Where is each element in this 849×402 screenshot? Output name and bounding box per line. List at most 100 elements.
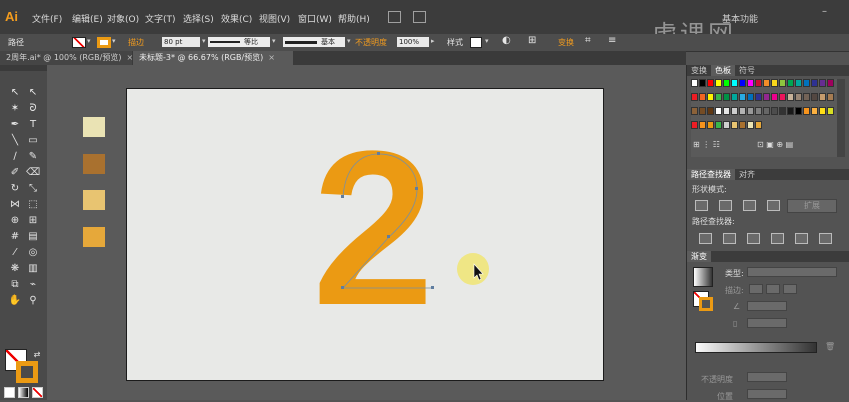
glyph-two[interactable]: 2: [312, 105, 434, 351]
eyedropper-icon[interactable]: ⁄: [8, 247, 22, 258]
direct-selection-tool-icon[interactable]: ↖: [26, 87, 40, 98]
color-swatch[interactable]: [795, 79, 802, 87]
color-swatch[interactable]: [691, 93, 698, 101]
color-swatch[interactable]: [795, 93, 802, 101]
gradient-mode-icon[interactable]: [18, 387, 29, 398]
color-swatch[interactable]: [731, 79, 738, 87]
zoom-tool-icon[interactable]: ⚲: [26, 295, 40, 306]
tab-align[interactable]: 对齐: [735, 169, 759, 180]
menu-file[interactable]: 文件(F): [32, 12, 62, 25]
trim-button[interactable]: [723, 233, 736, 244]
color-swatch[interactable]: [763, 79, 770, 87]
color-swatch[interactable]: [699, 93, 706, 101]
color-swatch[interactable]: [827, 93, 834, 101]
chevron-down-icon[interactable]: ▾: [112, 37, 116, 45]
color-swatch[interactable]: [763, 93, 770, 101]
anchor-point[interactable]: [387, 235, 390, 238]
minus-back-button[interactable]: [819, 233, 832, 244]
swap-colors-icon[interactable]: ⇄: [30, 349, 44, 360]
chevron-down-icon[interactable]: ▾: [202, 37, 206, 45]
color-swatch[interactable]: [739, 121, 746, 129]
color-swatch[interactable]: [763, 107, 770, 115]
workspace-switcher[interactable]: 基本功能: [722, 12, 758, 25]
color-swatch[interactable]: [699, 121, 706, 129]
color-mode-icon[interactable]: [4, 387, 15, 398]
swatch-library-icon[interactable]: ⊞ ⋮ ☷: [693, 140, 720, 149]
shape-builder-icon[interactable]: ⊕: [8, 215, 22, 226]
hand-tool-icon[interactable]: ✋: [8, 295, 22, 306]
scale-tool-icon[interactable]: ⤡: [26, 183, 40, 194]
anchor-point[interactable]: [341, 195, 344, 198]
magic-wand-icon[interactable]: ✶: [8, 103, 22, 114]
angle-field[interactable]: [747, 301, 787, 311]
outline-button[interactable]: [795, 233, 808, 244]
color-swatch[interactable]: [811, 79, 818, 87]
pen-tool-icon[interactable]: ✒: [8, 119, 22, 130]
color-swatch[interactable]: [707, 121, 714, 129]
color-swatch[interactable]: [779, 79, 786, 87]
color-swatch[interactable]: [691, 121, 698, 129]
color-swatch[interactable]: [819, 79, 826, 87]
color-swatch[interactable]: [771, 79, 778, 87]
close-icon[interactable]: ×: [268, 53, 275, 62]
tab-symbols[interactable]: 符号: [735, 65, 759, 76]
paintbrush-icon[interactable]: ∕: [8, 151, 22, 162]
color-swatch[interactable]: [691, 79, 698, 87]
swatch-options-icons[interactable]: ⊡ ▣ ⊕ ▤: [757, 140, 793, 149]
pencil-icon[interactable]: ✎: [26, 151, 40, 162]
fill-swatch[interactable]: [72, 37, 86, 48]
menu-help[interactable]: 帮助(H): [338, 12, 370, 25]
anchor-point[interactable]: [341, 286, 344, 289]
color-swatch[interactable]: [803, 107, 810, 115]
stroke-color-box[interactable]: [16, 361, 38, 383]
mesh-tool-icon[interactable]: #: [8, 231, 22, 242]
color-swatch[interactable]: [755, 79, 762, 87]
brush-select[interactable]: 基本: [283, 37, 345, 47]
blend-tool-icon[interactable]: ◎: [26, 247, 40, 258]
gradient-tool-icon[interactable]: ▤: [26, 231, 40, 242]
color-swatch[interactable]: [779, 93, 786, 101]
color-swatch[interactable]: [723, 79, 730, 87]
expand-button[interactable]: 扩展: [787, 199, 837, 213]
color-swatch[interactable]: [739, 93, 746, 101]
rotate-tool-icon[interactable]: ↻: [8, 183, 22, 194]
color-swatch[interactable]: [731, 93, 738, 101]
menu-edit[interactable]: 编辑(E): [72, 12, 103, 25]
color-swatch[interactable]: [747, 79, 754, 87]
isolate-icon[interactable]: ⌗: [585, 35, 591, 46]
color-swatch[interactable]: [699, 107, 706, 115]
gradient-opacity-field[interactable]: [747, 372, 787, 382]
color-swatch[interactable]: [707, 107, 714, 115]
none-mode-icon[interactable]: [32, 387, 43, 398]
align-grid-icon[interactable]: ⊞: [528, 35, 536, 46]
blob-brush-icon[interactable]: ✐: [8, 167, 22, 178]
color-swatch[interactable]: [723, 121, 730, 129]
color-swatch[interactable]: [827, 107, 834, 115]
transform-label[interactable]: 变换: [558, 37, 574, 48]
artboard-tool-icon[interactable]: ⧉: [8, 279, 22, 290]
color-swatch[interactable]: [715, 107, 722, 115]
color-swatch[interactable]: [811, 107, 818, 115]
color-swatch[interactable]: [771, 107, 778, 115]
stroke-label[interactable]: 描边: [128, 37, 144, 48]
color-swatch[interactable]: [707, 93, 714, 101]
gradient-type-select[interactable]: [747, 267, 837, 277]
chevron-down-icon[interactable]: ▾: [485, 37, 489, 45]
color-swatch[interactable]: [747, 121, 754, 129]
swatches-scrollbar[interactable]: [837, 79, 845, 157]
color-swatch[interactable]: [691, 107, 698, 115]
menu-object[interactable]: 对象(O): [107, 12, 139, 25]
tab-transform[interactable]: 变换: [687, 65, 711, 76]
tab-gradient[interactable]: 渐变: [687, 251, 711, 262]
rectangle-tool-icon[interactable]: ▭: [26, 135, 40, 146]
color-swatch[interactable]: [755, 107, 762, 115]
slice-tool-icon[interactable]: ⌁: [26, 279, 40, 290]
tab-document-2[interactable]: 未标题-3* @ 66.67% (RGB/预览) ×: [133, 51, 293, 65]
lasso-icon[interactable]: ᘐ: [26, 103, 40, 114]
stroke-swatch[interactable]: [97, 37, 111, 48]
column-graph-icon[interactable]: ▥: [26, 263, 40, 274]
color-swatch[interactable]: [731, 121, 738, 129]
color-swatch[interactable]: [715, 79, 722, 87]
color-swatch[interactable]: [731, 107, 738, 115]
bridge-icon[interactable]: [388, 11, 401, 23]
